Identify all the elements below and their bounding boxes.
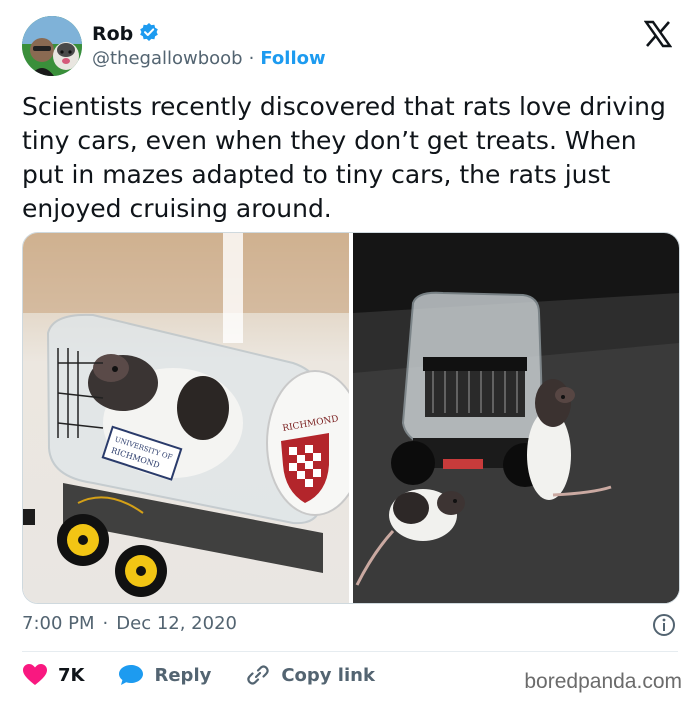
x-logo-icon[interactable] xyxy=(643,20,673,48)
avatar[interactable] xyxy=(22,16,82,76)
author-handle[interactable]: @thegallowboob xyxy=(92,48,243,69)
link-icon xyxy=(245,662,271,688)
tweet-text: Scientists recently discovered that rats… xyxy=(22,92,674,223)
author-name[interactable]: Rob xyxy=(92,23,133,45)
like-button[interactable]: 7K xyxy=(22,662,84,688)
tweet-media[interactable]: RICHMOND UNIVERSITY OF RICHMOND xyxy=(22,232,680,604)
handle-separator: · xyxy=(248,48,255,69)
reply-bubble-icon xyxy=(118,662,144,688)
verified-badge-icon xyxy=(139,22,159,46)
tweet-time: 7:00 PM xyxy=(22,613,95,634)
divider xyxy=(22,651,678,652)
timestamp-separator: · xyxy=(102,613,109,634)
follow-button[interactable]: Follow xyxy=(260,48,325,69)
photo-rats-beside-car[interactable] xyxy=(353,233,679,603)
tweet-timestamp[interactable]: 7:00 PM · Dec 12, 2020 xyxy=(22,613,237,634)
reply-button[interactable]: Reply xyxy=(118,662,211,688)
action-bar: 7K Reply Copy link xyxy=(22,662,409,688)
like-count: 7K xyxy=(58,664,85,686)
copy-link-button[interactable]: Copy link xyxy=(245,662,375,688)
info-icon[interactable] xyxy=(652,613,676,637)
reply-label: Reply xyxy=(154,664,212,686)
watermark: boredpanda.com xyxy=(524,670,682,693)
heart-icon xyxy=(22,662,48,688)
copy-link-label: Copy link xyxy=(281,664,375,686)
photo-rat-in-car[interactable]: RICHMOND UNIVERSITY OF RICHMOND xyxy=(23,233,349,603)
tweet-date: Dec 12, 2020 xyxy=(116,613,237,634)
tweet-header: Rob @thegallowboob · Follow xyxy=(22,16,678,78)
